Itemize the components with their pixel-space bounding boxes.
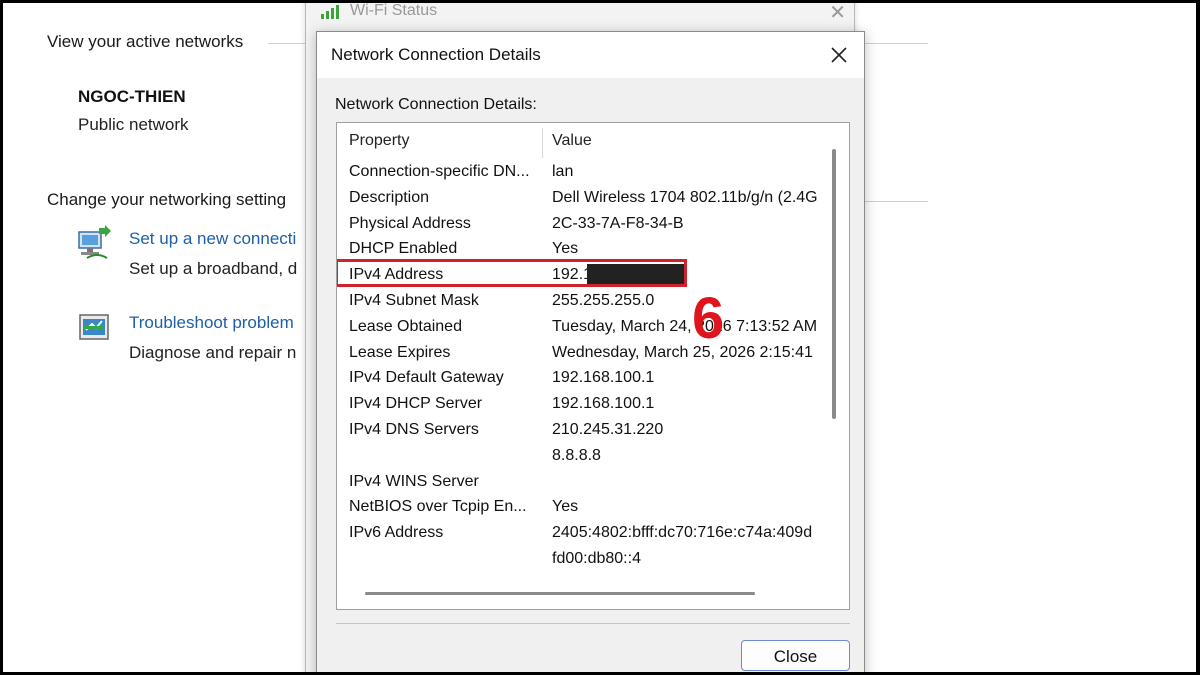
- details-list[interactable]: Property Value Connection-specific DN...…: [336, 122, 850, 610]
- property-cell: DHCP Enabled: [349, 240, 458, 257]
- property-cell: IPv4 Subnet Mask: [349, 292, 479, 309]
- change-settings-heading: Change your networking setting: [47, 190, 287, 209]
- property-cell: IPv6 Address: [349, 524, 444, 541]
- dialog-title: Network Connection Details: [331, 45, 541, 64]
- network-connection-details-dialog: Network Connection Details Network Conne…: [316, 31, 865, 672]
- value-cell: 192.168.100.1: [552, 369, 655, 386]
- close-icon[interactable]: ✕: [829, 3, 846, 25]
- section-divider: [863, 201, 928, 202]
- network-type: Public network: [78, 115, 189, 134]
- property-cell: IPv4 DHCP Server: [349, 395, 483, 412]
- value-cell: lan: [552, 163, 574, 180]
- close-button[interactable]: Close: [741, 640, 850, 671]
- property-cell: IPv4 Default Gateway: [349, 369, 504, 386]
- value-cell: Yes: [552, 240, 579, 257]
- value-cell: 255.255.255.0: [552, 292, 655, 309]
- list-header: Property Value: [337, 123, 827, 159]
- column-header-property[interactable]: Property: [349, 132, 409, 150]
- setup-connection-description: Set up a broadband, d: [129, 259, 298, 278]
- property-cell: NetBIOS over Tcpip En...: [349, 498, 527, 515]
- property-cell: Physical Address: [349, 215, 471, 232]
- value-cell: 210.245.31.220: [552, 421, 664, 438]
- horizontal-scroll-track: [337, 583, 849, 609]
- value-cell: fd00:db80::4: [552, 550, 641, 567]
- active-networks-heading: View your active networks: [47, 32, 244, 51]
- value-cell: 8.8.8.8: [552, 447, 601, 464]
- wifi-status-title: Wi-Fi Status: [350, 3, 438, 19]
- dialog-titlebar: Network Connection Details: [317, 32, 864, 78]
- value-cell: 192.168.100.1: [552, 395, 655, 412]
- column-header-value[interactable]: Value: [552, 132, 592, 150]
- ipv4-highlight-box: [337, 259, 687, 287]
- property-cell: Connection-specific DN...: [349, 163, 530, 180]
- step-number-annotation: 6: [692, 286, 725, 351]
- vertical-scrollbar[interactable]: [832, 149, 836, 419]
- details-group-label: Network Connection Details:: [335, 96, 537, 113]
- property-cell: Description: [349, 189, 430, 206]
- screenshot-stage: View your active networks NGOC-THIEN Pub…: [3, 3, 1196, 672]
- value-cell: Dell Wireless 1704 802.11b/g/n (2.4G: [552, 189, 818, 206]
- property-cell: IPv4 DNS Servers: [349, 421, 479, 438]
- troubleshoot-link[interactable]: Troubleshoot problem: [129, 313, 294, 333]
- value-cell: 2C-33-7A-F8-34-B: [552, 215, 684, 232]
- troubleshoot-icon: [79, 314, 109, 340]
- column-separator[interactable]: [542, 128, 543, 158]
- close-icon[interactable]: [824, 40, 854, 70]
- value-cell: Tuesday, March 24, 2026 7:13:52 AM: [552, 318, 818, 335]
- property-cell: Lease Expires: [349, 344, 451, 361]
- property-cell: Lease Obtained: [349, 318, 462, 335]
- troubleshoot-description: Diagnose and repair n: [129, 343, 297, 362]
- setup-connection-link[interactable]: Set up a new connecti: [129, 229, 296, 249]
- new-connection-icon: [78, 225, 111, 259]
- value-cell: 2405:4802:bfff:dc70:716e:c74a:409d: [552, 524, 813, 541]
- network-name: NGOC-THIEN: [78, 87, 186, 106]
- value-cell: Yes: [552, 498, 579, 515]
- property-cell: IPv4 WINS Server: [349, 473, 479, 490]
- value-cell: Wednesday, March 25, 2026 2:15:41: [552, 344, 813, 361]
- wifi-signal-icon: [321, 5, 339, 19]
- dialog-separator: [336, 623, 850, 624]
- horizontal-scrollbar[interactable]: [365, 592, 755, 595]
